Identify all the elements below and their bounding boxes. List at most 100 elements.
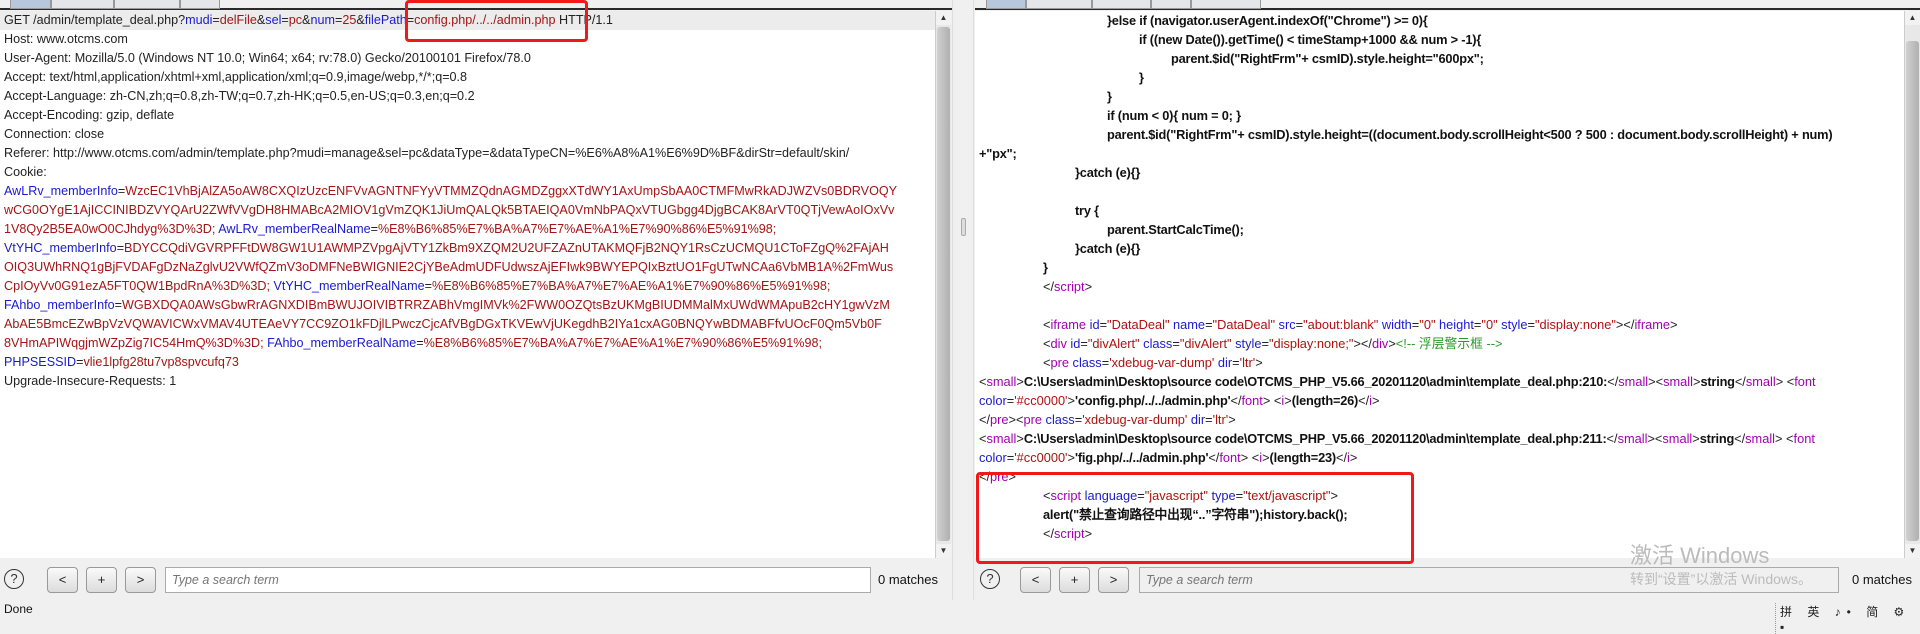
scroll-down-arrow-icon[interactable]: ▼	[1905, 544, 1920, 558]
attr-name: name	[1169, 317, 1206, 332]
response-search-input[interactable]	[1139, 567, 1839, 593]
code-text: parent.StartCalcTime();	[1107, 222, 1244, 237]
response-scrollbar[interactable]: ▲ ▼	[1904, 11, 1920, 558]
response-line: color='#cc0000'>'fig.php/../../admin.php…	[979, 448, 1357, 467]
tag-bracket: >	[1016, 374, 1024, 389]
attr-name: class	[1068, 355, 1102, 370]
request-text: Accept-Encoding: gzip, deflate	[4, 108, 175, 122]
scroll-down-arrow-icon[interactable]: ▼	[936, 544, 951, 558]
request-editor[interactable]: GET /admin/template_deal.php?mudi=delFil…	[0, 11, 935, 558]
tag-bracket: </	[1734, 374, 1746, 389]
pane-divider[interactable]	[952, 0, 974, 600]
param-value: 8VHmAPIWqgjmWZpZig7IC54HmQ%3D%3D;	[4, 336, 268, 350]
code-text: }catch (e){}	[1075, 241, 1141, 256]
search-prev-button[interactable]: <	[47, 567, 78, 593]
tag-bracket: </	[1606, 431, 1618, 446]
tag-bracket: =	[1295, 317, 1304, 332]
request-tab-hex[interactable]	[180, 0, 220, 9]
request-tab-headers[interactable]	[114, 0, 180, 9]
request-tab-params[interactable]	[51, 0, 114, 9]
response-tab-html[interactable]	[1151, 0, 1191, 9]
tag-bracket: >	[1349, 450, 1358, 465]
response-tab-headers[interactable]	[1026, 0, 1092, 9]
response-tab-render[interactable]	[1191, 0, 1261, 9]
param-value: AbAE5BmcEZwBpVzVQWAVICWxVMAV4UTEAeVY7CC9…	[4, 317, 882, 331]
request-text: Accept-Language: zh-CN,zh;q=0.8,zh-TW;q=…	[4, 89, 475, 103]
request-text: =	[416, 336, 424, 350]
search-next-button[interactable]: >	[1098, 567, 1129, 593]
param-name: filePath	[364, 13, 407, 27]
request-line: Accept: text/html,application/xhtml+xml,…	[0, 68, 935, 87]
scroll-thumb[interactable]	[1906, 41, 1919, 541]
tag-name: div	[1050, 336, 1067, 351]
request-search-input[interactable]	[165, 567, 871, 593]
request-line: AbAE5BmcEZwBpVzVQWAVICWxVMAV4UTEAeVY7CC9…	[0, 315, 935, 334]
param-value: %E8%B6%85%E7%BA%A7%E7%AE%A1%E7%90%86%E5%…	[432, 279, 831, 293]
search-next-button[interactable]: >	[125, 567, 156, 593]
attr-name: color	[979, 450, 1007, 465]
help-icon[interactable]: ?	[4, 569, 24, 589]
request-text: =	[114, 298, 122, 312]
code-text: string	[1699, 431, 1735, 446]
attr-name: width	[1378, 317, 1412, 332]
param-value: OIQ3UWhRNQ1gBjFVDAFgDzNaZglvU2VWfQZmV3oD…	[4, 260, 894, 274]
param-name: VtYHC_memberInfo	[4, 241, 117, 255]
attr-value: "0"	[1481, 317, 1498, 332]
response-line: +"px";	[979, 144, 1017, 163]
request-text: &	[256, 13, 266, 27]
response-tab-raw[interactable]	[986, 0, 1026, 9]
tag-bracket: >	[1084, 279, 1093, 294]
tag-bracket: ><	[1647, 431, 1663, 446]
tag-bracket: ><	[1648, 374, 1664, 389]
help-icon[interactable]: ?	[980, 569, 1000, 589]
response-line: <pre class='xdebug-var-dump' dir='ltr'>	[1043, 353, 1263, 372]
tag-name: pre	[1050, 355, 1069, 370]
response-tab-hex[interactable]	[1092, 0, 1151, 9]
scroll-up-arrow-icon[interactable]: ▲	[936, 11, 951, 25]
param-value: CpIOyVv0G91ezA5FT0QW1BpdRnA%3D%3D;	[4, 279, 274, 293]
request-text: =	[116, 241, 125, 255]
tag-bracket: =	[1080, 336, 1088, 351]
request-line: VtYHC_memberInfo=BDYCCQdiVGVRPFFtDW8GW1U…	[0, 239, 935, 258]
tag-bracket: >	[1228, 412, 1236, 427]
tag-bracket: >	[1255, 355, 1263, 370]
code-text: 'config.php/../../admin.php'	[1075, 393, 1231, 408]
response-line: </pre><pre class='xdebug-var-dump' dir='…	[979, 410, 1236, 429]
param-value: WGBXDQA0AWsGbwRrAGNXDIBmBWUJOIVIBTRRZABh…	[121, 298, 890, 312]
search-prev-button[interactable]: <	[1020, 567, 1051, 593]
param-value: WzcEC1VhBjAlZA5oAW8CXQIzUzcENFVvAGNTNFYy…	[125, 184, 898, 198]
attr-name: color	[979, 393, 1007, 408]
param-value: %E8%B6%85%E7%BA%A7%E7%AE%A1%E7%90%86%E5%…	[377, 222, 777, 236]
request-scrollbar[interactable]: ▲ ▼	[935, 11, 951, 558]
tag-name: script	[1054, 279, 1085, 294]
tag-bracket: </	[1607, 374, 1619, 389]
search-add-button[interactable]: +	[1059, 567, 1090, 593]
ime-toolbar[interactable]: 拼 英 ♪• 简 ⚙ ▪	[1775, 603, 1920, 634]
attr-value: "0"	[1419, 317, 1436, 332]
attr-name: id	[1086, 317, 1100, 332]
attr-name: class	[1041, 412, 1075, 427]
request-text: User-Agent: Mozilla/5.0 (Windows NT 10.0…	[4, 51, 531, 65]
request-line: Accept-Encoding: gzip, deflate	[0, 106, 935, 125]
tag-name: font	[1241, 393, 1263, 408]
attr-value: '#cc0000'	[1014, 393, 1068, 408]
request-tab-raw[interactable]	[10, 0, 51, 9]
param-name: AwLRv_memberInfo	[4, 184, 118, 198]
request-text: =	[212, 13, 220, 27]
attr-value: 'ltr'	[1212, 412, 1229, 427]
attr-value: "divAlert"	[1087, 336, 1140, 351]
tag-name: small	[1745, 374, 1776, 389]
tag-name: small	[986, 374, 1017, 389]
code-text: C:\Users\admin\Desktop\source code\OTCMS…	[1023, 374, 1608, 389]
code-text: }	[1107, 89, 1112, 104]
divider-grip-icon[interactable]	[961, 218, 966, 236]
search-add-button[interactable]: +	[86, 567, 117, 593]
tag-bracket: > <	[1240, 450, 1260, 465]
tag-bracket: >	[1067, 393, 1075, 408]
scroll-thumb[interactable]	[937, 27, 950, 541]
param-name: PHPSESSID	[4, 355, 77, 369]
request-text: Host: www.otcms.com	[4, 32, 128, 46]
tag-name: small	[1745, 431, 1776, 446]
response-line: parent.$id("RightFrm"+ csmID).style.heig…	[1107, 125, 1833, 144]
scroll-up-arrow-icon[interactable]: ▲	[1905, 11, 1920, 25]
